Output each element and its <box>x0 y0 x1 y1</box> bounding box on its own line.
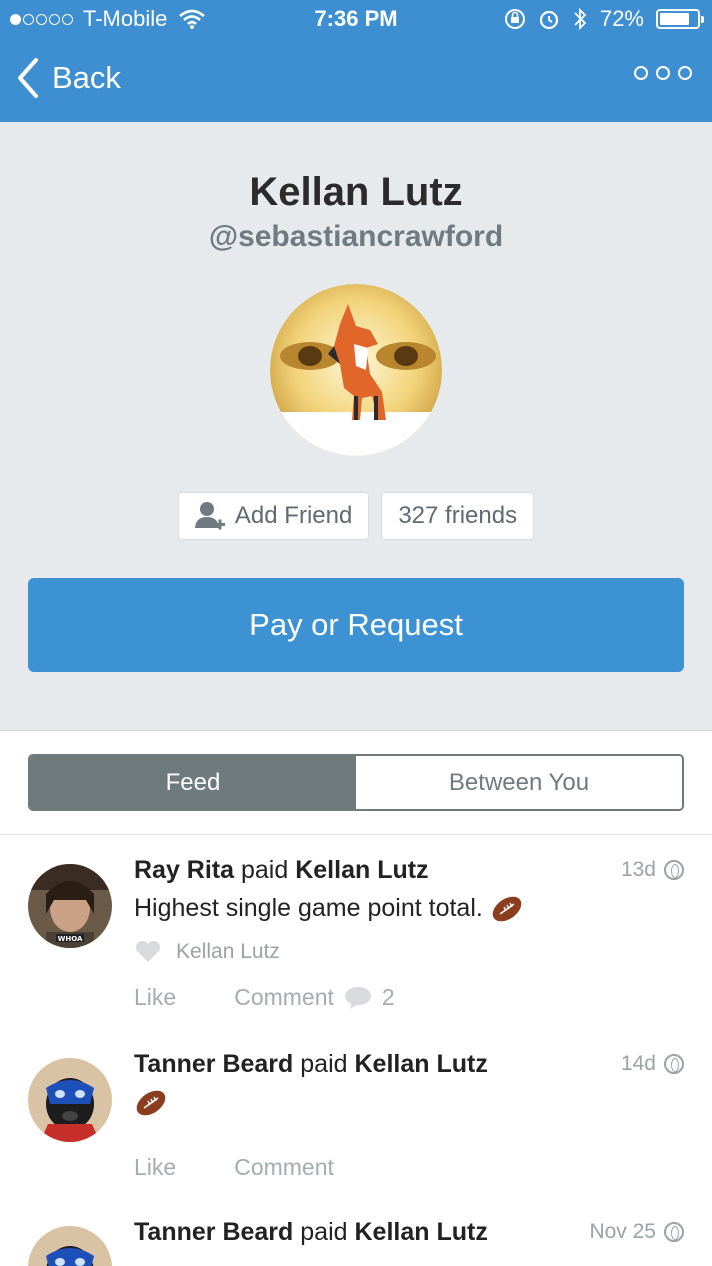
top-bar: T-Mobile 7:36 PM 72% Back <box>0 0 712 122</box>
more-dot-icon <box>678 66 692 80</box>
divider <box>0 834 712 835</box>
battery-icon <box>656 9 704 29</box>
feed-story: Tanner Beard paid Kellan Lutz 14d Like C… <box>0 1050 712 1200</box>
tab-label: Feed <box>165 768 221 796</box>
story-actor[interactable]: Tanner Beard <box>134 1218 293 1246</box>
story-time: Nov 25 <box>589 1220 656 1243</box>
status-bar: T-Mobile 7:36 PM 72% <box>0 0 712 40</box>
comment-button[interactable]: Comment <box>234 1154 334 1181</box>
user-avatar[interactable]: WHOA <box>28 864 112 948</box>
story-meta: Nov 25 <box>589 1220 684 1244</box>
chevron-left-icon <box>18 58 38 98</box>
pay-or-request-button[interactable]: Pay or Request <box>28 578 684 672</box>
story-meta: 14d <box>621 1052 684 1076</box>
svg-text:WHOA: WHOA <box>58 935 83 943</box>
orientation-lock-icon <box>504 9 525 29</box>
story-meta: 13d <box>621 858 684 882</box>
likes-row: Kellan Lutz <box>134 940 280 964</box>
avatar-photo <box>28 1226 112 1266</box>
friends-count-button[interactable]: 327 friends <box>381 492 535 540</box>
divider <box>0 730 712 731</box>
comment-group: Comment 2 <box>234 984 395 1011</box>
tab-between-you[interactable]: Between You <box>356 756 682 809</box>
status-right: 72% <box>504 6 704 32</box>
story-target[interactable]: Kellan Lutz <box>354 1218 487 1246</box>
story-actor[interactable]: Tanner Beard <box>134 1050 293 1078</box>
globe-icon <box>664 1222 684 1242</box>
user-avatar[interactable] <box>28 1226 112 1266</box>
profile-header: Kellan Lutz @sebastiancrawford Add Frien… <box>0 122 712 730</box>
back-button[interactable]: Back <box>16 58 121 98</box>
comment-count: 2 <box>381 984 395 1010</box>
add-user-icon <box>194 502 225 530</box>
add-friend-label: Add Friend <box>234 502 353 529</box>
feed-story: WHOA Ray Rita paid Kellan Lutz 13d Highe… <box>0 856 712 1016</box>
story-message <box>134 1088 168 1118</box>
more-dot-icon <box>634 66 648 80</box>
profile-name: Kellan Lutz <box>249 170 463 214</box>
liked-by[interactable]: Kellan Lutz <box>176 940 280 964</box>
friend-actions: Add Friend 327 friends <box>0 492 712 540</box>
story-actions: Like Comment <box>134 1154 334 1181</box>
story-actions: Like Comment 2 <box>134 984 395 1011</box>
heart-icon <box>135 940 161 962</box>
globe-icon <box>664 1054 684 1074</box>
story-target[interactable]: Kellan Lutz <box>295 856 428 884</box>
user-avatar[interactable] <box>28 1058 112 1142</box>
story-actor[interactable]: Ray Rita <box>134 856 234 884</box>
battery-percent: 72% <box>599 6 644 31</box>
story-message-text: Highest single game point total. <box>134 894 483 922</box>
football-icon <box>492 897 522 922</box>
football-icon <box>136 1091 166 1116</box>
feed-tabs: Feed Between You <box>28 754 684 811</box>
avatar-photo: WHOA <box>28 864 112 948</box>
avatar-photo <box>28 1058 112 1142</box>
back-label: Back <box>52 60 121 95</box>
friends-count-label: 327 friends <box>398 502 518 529</box>
speech-bubble-icon <box>344 986 371 1009</box>
story-time: 14d <box>620 1052 656 1075</box>
add-friend-button[interactable]: Add Friend <box>177 492 370 540</box>
story-headline: Tanner Beard paid Kellan Lutz <box>134 1218 488 1247</box>
like-button[interactable]: Like <box>134 984 176 1011</box>
story-target[interactable]: Kellan Lutz <box>354 1050 487 1078</box>
feed-story: Tanner Beard paid Kellan Lutz Nov 25 <box>0 1218 712 1266</box>
story-verb: paid <box>300 1218 348 1246</box>
alarm-icon <box>539 10 559 30</box>
like-button[interactable]: Like <box>134 1154 176 1181</box>
bluetooth-icon <box>574 7 587 31</box>
story-message: Highest single game point total. <box>134 894 524 924</box>
tab-feed[interactable]: Feed <box>30 756 356 809</box>
story-verb: paid <box>241 856 289 884</box>
story-verb: paid <box>300 1050 348 1078</box>
more-options-button[interactable] <box>634 66 692 80</box>
tab-label: Between You <box>448 768 590 796</box>
fox-illustration <box>270 284 442 456</box>
nav-bar: Back <box>0 40 712 122</box>
profile-avatar[interactable] <box>270 284 442 456</box>
globe-icon <box>664 860 684 880</box>
story-headline: Tanner Beard paid Kellan Lutz <box>134 1050 488 1079</box>
pay-label: Pay or Request <box>249 607 463 642</box>
comment-button[interactable]: Comment <box>234 984 334 1011</box>
profile-handle: @sebastiancrawford <box>208 220 504 253</box>
story-time: 13d <box>620 858 656 881</box>
more-dot-icon <box>656 66 670 80</box>
story-headline: Ray Rita paid Kellan Lutz <box>134 856 429 885</box>
